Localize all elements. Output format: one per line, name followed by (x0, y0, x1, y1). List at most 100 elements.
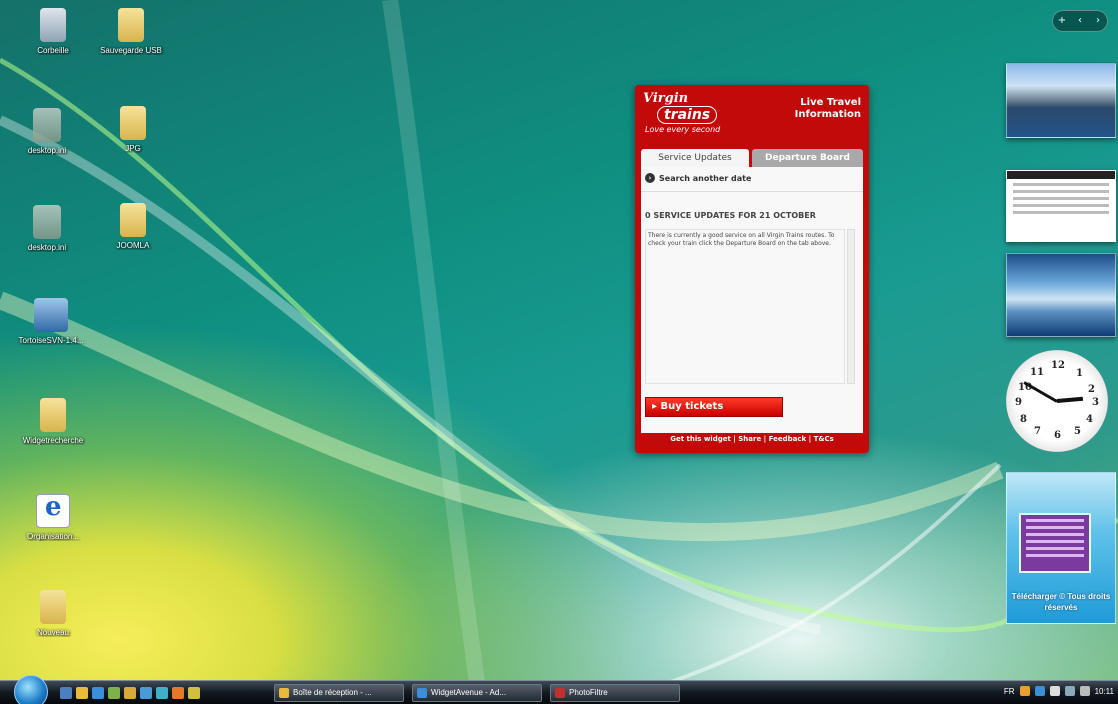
task-label: WidgetAvenue - Ad... (431, 688, 507, 697)
task-label: Boîte de réception - ... (293, 688, 372, 697)
clock-numeral: 12 (1051, 360, 1065, 371)
webpage-preview-gadget[interactable] (1006, 170, 1116, 242)
text-line (1013, 197, 1109, 200)
prev-gadget-button[interactable]: ‹ (1071, 11, 1089, 31)
divider (641, 191, 863, 192)
system-tray: FR 10:11 (999, 686, 1114, 696)
folder-icon (118, 8, 144, 42)
brand-name: Virgin (643, 91, 689, 106)
text-line (1013, 183, 1109, 186)
desktop-icon-label: Widgetrecherche (22, 436, 84, 445)
search-link-label: Search another date (659, 173, 752, 183)
sidebar-controls: + ‹ › (1052, 10, 1108, 32)
desktop-icon-joomla[interactable]: JOOMLA (88, 203, 178, 250)
clock-numeral: 6 (1054, 430, 1061, 441)
taskbar-item-mail[interactable]: Boîte de réception - ... (274, 684, 404, 702)
menu-line (1026, 547, 1084, 550)
webpage-header-bar (1007, 171, 1115, 179)
internet-explorer-icon (36, 492, 70, 528)
shield-icon[interactable] (188, 687, 200, 699)
tray-icon[interactable] (1019, 686, 1030, 696)
desktop-icon-widgetrecherche[interactable]: Widgetrecherche (8, 398, 98, 445)
tray-icon[interactable] (1034, 686, 1045, 696)
arrow-right-icon: ▸ (652, 401, 661, 412)
start-button[interactable] (14, 675, 48, 704)
folder-icon[interactable] (124, 687, 136, 699)
mail-icon (279, 688, 289, 698)
clock-numeral: 5 (1074, 426, 1081, 437)
media-icon[interactable] (108, 687, 120, 699)
text-line (1013, 204, 1109, 207)
folder-icon (40, 398, 66, 432)
text-line (1013, 211, 1109, 214)
add-gadget-button[interactable]: + (1053, 11, 1071, 31)
slideshow-gadget-sea[interactable] (1006, 253, 1116, 337)
clock-time[interactable]: 10:11 (1095, 687, 1114, 696)
search-another-date-link[interactable]: › Search another date (645, 173, 751, 183)
next-gadget-button[interactable]: › (1089, 11, 1107, 31)
browser-icon[interactable] (92, 687, 104, 699)
taskbar-item-widgetavenue[interactable]: WidgetAvenue - Ad... (412, 684, 542, 702)
buy-tickets-button[interactable]: ▸ Buy tickets (645, 397, 783, 417)
desktop-icon-label: JOOMLA (116, 241, 150, 250)
app-icon[interactable] (140, 687, 152, 699)
desktop-icon-corbeille[interactable]: Corbeille (8, 8, 98, 55)
brand-sub: trains (657, 106, 718, 124)
slideshow-gadget-harbor[interactable] (1006, 63, 1116, 138)
menu-line (1026, 519, 1084, 522)
clock-numeral: 11 (1030, 367, 1044, 378)
desktop-icon-tortoisesvn[interactable]: TortoiseSVN-1.4... (6, 298, 96, 345)
menu-line (1026, 554, 1084, 557)
buy-tickets-label: Buy tickets (660, 401, 724, 412)
volume-icon[interactable] (1079, 686, 1090, 696)
scrollbar[interactable] (847, 229, 855, 384)
menu-line (1026, 533, 1084, 536)
desktop-icon-jpg[interactable]: JPG (88, 106, 178, 153)
show-desktop-icon[interactable] (60, 687, 72, 699)
service-updates-panel: › Search another date 0 SERVICE UPDATES … (641, 167, 863, 433)
browser-icon (417, 688, 427, 698)
taskbar: Boîte de réception - ... WidgetAvenue - … (0, 675, 1118, 704)
folder-icon (40, 590, 66, 624)
tab-departure-board[interactable]: Departure Board (752, 149, 863, 167)
updates-text: There is currently a good service on all… (645, 229, 845, 384)
widget-footer-links[interactable]: Get this widget | Share | Feedback | T&C… (635, 435, 869, 443)
clock-numeral: 7 (1034, 426, 1041, 437)
settings-file-icon (33, 205, 61, 239)
tab-service-updates[interactable]: Service Updates (641, 149, 749, 167)
desktop-icon-label: TortoiseSVN-1.4... (18, 336, 84, 345)
widget-header: Virgin trains Love every second Live Tra… (635, 85, 869, 147)
desktop-icon-label: Organisation... (26, 532, 80, 541)
promo-text: Télécharger © Tous droits réservés (1011, 592, 1111, 612)
clock-gadget[interactable]: 12 1 2 3 4 5 6 7 8 9 10 11 (1006, 350, 1108, 452)
mail-icon[interactable] (76, 687, 88, 699)
desktop-icon-label: Corbeille (37, 46, 69, 55)
clock-numeral: 2 (1088, 384, 1095, 395)
task-label: PhotoFiltre (569, 688, 608, 697)
network-icon[interactable] (1064, 686, 1075, 696)
desktop-icon-sauvegarde-usb[interactable]: Sauvegarde USB (86, 8, 176, 55)
menu-line (1026, 540, 1084, 543)
photo-editor-icon (555, 688, 565, 698)
desktop-icon-desktop-ini-2[interactable]: desktop.ini (2, 205, 92, 252)
clock-numeral: 4 (1086, 414, 1093, 425)
clock-numeral: 3 (1092, 397, 1099, 408)
language-indicator[interactable]: FR (1004, 687, 1015, 696)
quick-launch (60, 687, 204, 699)
desktop-icon-label: desktop.ini (27, 243, 67, 252)
menu-line (1026, 526, 1084, 529)
desktop-icon-desktop-ini[interactable]: desktop.ini (2, 108, 92, 155)
promo-gadget[interactable]: Télécharger © Tous droits réservés (1006, 472, 1116, 624)
virgin-logo: Virgin trains (643, 91, 718, 124)
clock-numeral: 1 (1076, 368, 1083, 379)
messenger-icon[interactable] (156, 687, 168, 699)
recycle-bin-icon (40, 8, 66, 42)
desktop-icon-organisation[interactable]: Organisation... (8, 492, 98, 541)
firefox-icon[interactable] (172, 687, 184, 699)
text-line (1013, 190, 1109, 193)
tray-icon[interactable] (1049, 686, 1060, 696)
desktop-icon-nouveau[interactable]: Nouveau (8, 590, 98, 637)
folder-icon (120, 106, 146, 140)
taskbar-item-photofiltre[interactable]: PhotoFiltre (550, 684, 680, 702)
desktop-icon-label: desktop.ini (27, 146, 67, 155)
